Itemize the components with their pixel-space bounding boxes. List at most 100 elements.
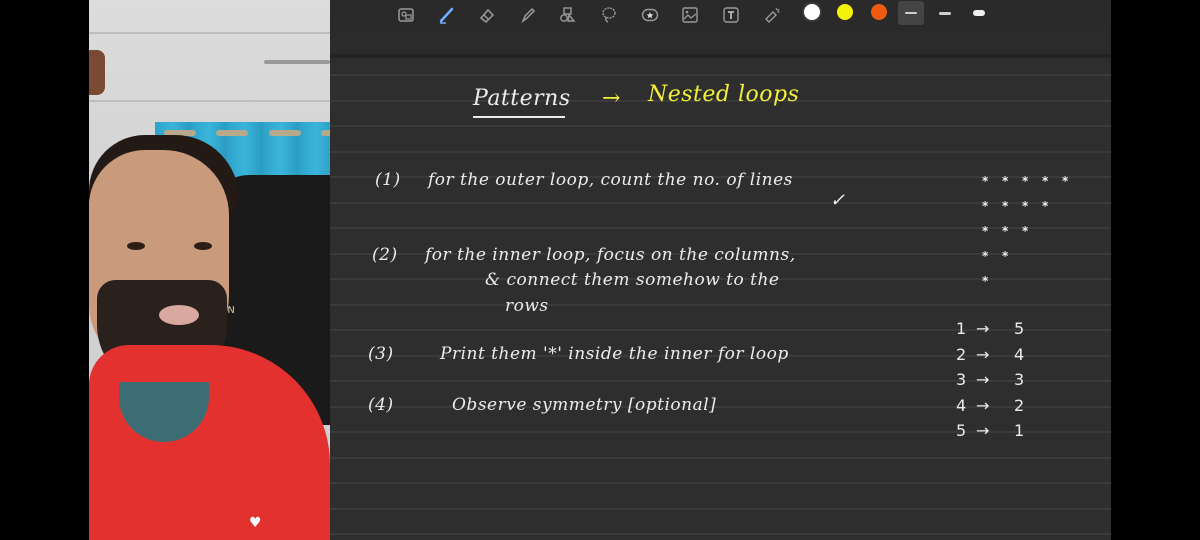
pen-icon [439, 7, 454, 24]
eraser-icon [479, 8, 495, 24]
ruled-line [330, 151, 1111, 153]
tool-lasso[interactable] [597, 3, 621, 27]
webcam-feed: EN ♥ [89, 0, 330, 540]
tool-highlighter[interactable] [516, 3, 540, 27]
pattern-star: * [982, 199, 989, 213]
hoodie-logo: ♥ [249, 515, 262, 531]
color-yellow[interactable] [837, 4, 853, 20]
step-2-number: (2) [372, 245, 398, 265]
mapping-row-number: 2 [956, 344, 967, 364]
mapping-row-number: 1 [956, 319, 967, 338]
ruled-line [330, 533, 1111, 535]
page-header-band [330, 30, 1111, 58]
notes-app: Patterns → Nested loops (1) for the oute… [330, 0, 1111, 540]
wall-panel-line [89, 32, 330, 34]
pattern-star: * [1042, 199, 1049, 213]
mapping-row-number: 3 [956, 370, 967, 389]
pattern-star: * [1022, 224, 1029, 238]
text-icon [723, 7, 739, 23]
color-white[interactable] [804, 4, 820, 20]
tool-selection[interactable] [394, 3, 418, 27]
mapping-arrow: → [976, 421, 990, 440]
pattern-star: * [1022, 174, 1029, 188]
ruled-line [330, 482, 1111, 484]
tool-sticker[interactable] [638, 3, 662, 27]
pattern-star: * [982, 274, 989, 288]
stroke-thin[interactable] [898, 1, 924, 25]
mapping-count: 1 [1014, 421, 1025, 440]
tool-shapes[interactable] [556, 3, 580, 27]
plant [89, 50, 105, 95]
title-underline [473, 116, 565, 118]
shapes-icon [560, 7, 576, 22]
pattern-star: * [982, 224, 989, 238]
highlighter-icon [521, 7, 536, 24]
mapping-count: 5 [1014, 319, 1025, 338]
notes-subtitle: Nested loops [648, 82, 800, 107]
pattern-star: * [1022, 199, 1029, 213]
ruled-line [330, 329, 1111, 331]
step-3-text: Print them '*' inside the inner for loop [440, 344, 789, 364]
ruled-line [330, 431, 1111, 433]
step-2-continuation-2: rows [505, 296, 549, 316]
toolbar [330, 0, 1111, 30]
stroke-medium[interactable] [932, 1, 958, 25]
presenter-mouth [159, 305, 199, 325]
mapping-arrow: → [976, 370, 990, 389]
ruled-line [330, 125, 1111, 127]
ruled-line [330, 304, 1111, 306]
step-4-number: (4) [368, 395, 394, 415]
ruled-line [330, 380, 1111, 382]
notes-page[interactable]: Patterns → Nested loops (1) for the oute… [330, 62, 1111, 540]
wall-shelf [264, 60, 330, 64]
pattern-star: * [982, 249, 989, 263]
tool-eraser[interactable] [475, 3, 499, 27]
sticker-icon [641, 8, 659, 22]
color-orange[interactable] [871, 4, 887, 20]
presenter-eye [127, 242, 145, 250]
ruled-line [330, 74, 1111, 76]
ruled-line [330, 227, 1111, 229]
mapping-arrow: → [976, 319, 990, 338]
title-arrow: → [602, 86, 621, 111]
notes-title: Patterns [473, 86, 571, 111]
step-4-text: Observe symmetry [optional] [452, 395, 717, 415]
tool-laser-pointer[interactable] [760, 3, 784, 27]
step-3-number: (3) [368, 344, 394, 364]
mapping-row-number: 4 [956, 395, 967, 415]
pattern-star: * [1002, 249, 1009, 263]
tool-pen[interactable] [434, 3, 458, 27]
mapping-arrow: → [976, 395, 990, 415]
step-2-continuation-1: & connect them somehow to the [485, 270, 780, 290]
curtain-ring [321, 130, 330, 136]
stroke-thick[interactable] [966, 1, 992, 25]
selection-icon [398, 8, 414, 22]
wall-panel-line [89, 100, 330, 102]
pattern-star: * [1042, 174, 1049, 188]
pattern-star: * [1002, 174, 1009, 188]
step-1-text: for the outer loop, count the no. of lin… [428, 170, 793, 190]
mapping-count: 2 [1014, 395, 1025, 415]
pattern-star: * [1062, 174, 1069, 188]
tool-text[interactable] [719, 3, 743, 27]
step-1-number: (1) [375, 170, 401, 190]
pattern-star: * [1002, 199, 1009, 213]
mapping-count: 3 [1014, 370, 1025, 389]
tool-image[interactable] [678, 3, 702, 27]
ruled-line [330, 202, 1111, 204]
image-icon [682, 7, 698, 23]
laser-pointer-icon [765, 7, 780, 23]
curtain-ring [269, 130, 301, 136]
pattern-star: * [1002, 224, 1009, 238]
lasso-icon [602, 7, 616, 23]
mapping-count: 4 [1014, 344, 1025, 364]
ruled-line [330, 508, 1111, 510]
step-2-text: for the inner loop, focus on the columns… [425, 245, 796, 265]
presenter-eye [194, 242, 212, 250]
mapping-arrow: → [976, 344, 990, 364]
mapping-row-number: 5 [956, 421, 967, 440]
ruled-line [330, 457, 1111, 459]
ruled-line [330, 406, 1111, 408]
pattern-star: * [982, 174, 989, 188]
checkmark-icon: ✓ [830, 190, 846, 211]
